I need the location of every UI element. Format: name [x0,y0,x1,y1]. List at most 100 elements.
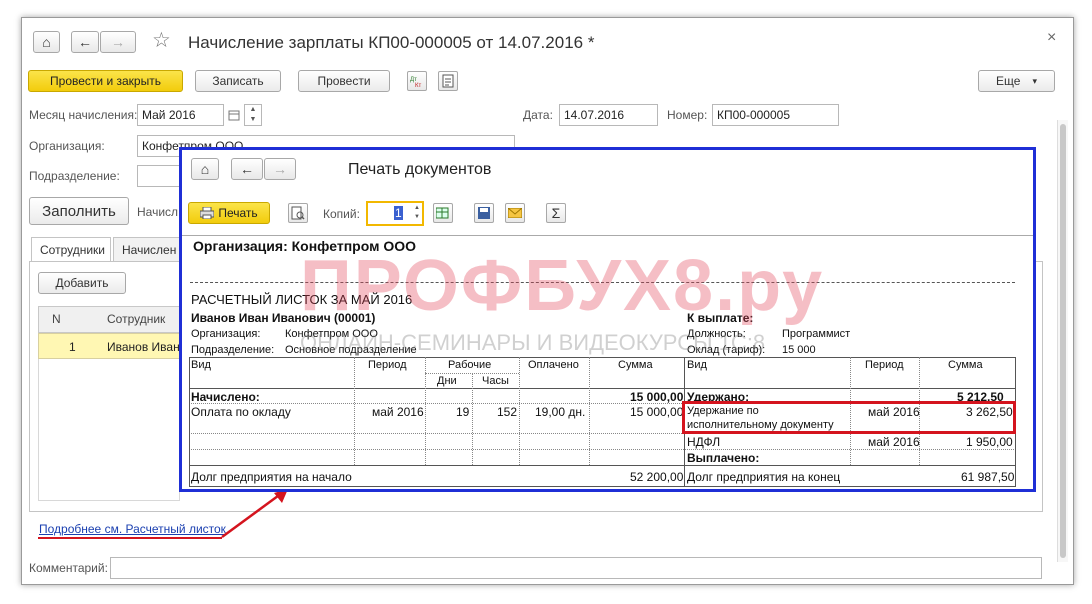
col-line-1 [354,357,355,465]
row-number: 1 [69,340,76,354]
month-spinner[interactable]: ▲ ▼ [244,104,262,126]
cut-line [190,282,1015,283]
table-top-border [189,357,1016,358]
comment-label: Комментарий: [29,561,108,575]
scrollbar[interactable] [1057,120,1068,562]
column-n: N [52,312,61,326]
print-window-title: Печать документов [348,161,492,178]
header-period: Период [368,359,407,371]
home-icon: ⌂ [42,34,51,50]
save-disk-icon[interactable] [474,203,494,223]
paid-out-label: Выплачено: [687,451,760,465]
print-button[interactable]: Печать [188,202,270,224]
col-line-5 [589,357,590,465]
month-label: Месяц начисления: [29,108,138,122]
copies-spinner-icon[interactable]: ▲ ▼ [414,204,420,222]
add-employee-button[interactable]: Добавить [38,272,126,294]
print-back-button[interactable]: ← [231,158,263,180]
arrow-left-icon: ← [78,34,92,50]
calendar-icon[interactable] [225,105,242,125]
col-line-2 [425,357,426,465]
comment-field[interactable] [110,557,1042,579]
fill-button[interactable]: Заполнить [29,197,129,225]
scrollbar-thumb[interactable] [1060,124,1066,558]
email-icon[interactable] [505,203,525,223]
chevron-down-icon: ▾ [1032,75,1037,86]
edit-table-icon[interactable] [433,203,453,223]
debt-end-label: Долг предприятия на конец [687,470,841,484]
link-underline-highlight [38,537,222,539]
payslip-org-header: Организация: Конфетпром ООО [193,238,416,254]
more-button[interactable]: Еще ▾ [978,70,1055,92]
payslip-title: РАСЧЕТНЫЙ ЛИСТОК ЗА МАЙ 2016 [191,292,413,307]
copies-label: Копий: [323,207,360,221]
back-button[interactable]: ← [71,31,99,53]
print-toolbar-divider [182,235,1033,236]
header-hours: Часы [482,375,509,387]
accrual-period: май 2016 [372,405,424,419]
accrued-total: 15 000,00 [630,390,684,404]
save-button[interactable]: Записать [195,70,281,92]
window-title: Начисление зарплаты КП00-000005 от 14.07… [188,33,595,52]
organization-label: Организация: [29,139,105,153]
header-sum-2: Сумма [948,359,983,371]
post-button[interactable]: Провести [298,70,390,92]
debt-start-value: 52 200,00 [630,470,684,484]
sum-icon[interactable]: Σ [546,203,566,223]
red-arrow-icon [221,489,288,539]
dt-kt-icon[interactable]: Дт Кт [407,71,427,91]
col-line-3 [472,373,473,465]
accrual-paid: 19,00 дн. [535,405,586,419]
col-line-0 [189,357,190,486]
table-header-bottom [189,388,1016,389]
withholding-highlight-box [682,401,1016,434]
number-field[interactable]: КП00-000005 [712,104,839,126]
column-employee: Сотрудник [107,312,166,326]
header-sum: Сумма [618,359,653,371]
col-line-4 [519,357,520,465]
withhold-2-vid: НДФЛ [687,435,721,449]
header-vid: Вид [191,359,211,371]
favorite-star-icon[interactable]: ☆ [152,28,171,53]
payslip-org-label: Организация: [191,328,261,340]
header-paid: Оплачено [528,359,579,371]
payslip-dept-value: Основное подразделение [285,344,417,356]
home-button[interactable]: ⌂ [33,31,60,53]
preview-icon[interactable] [288,203,308,223]
copies-field[interactable]: 1 ▲ ▼ [366,201,424,226]
print-label: Печать [218,206,258,220]
salary-value: 15 000 [782,344,816,356]
arrow-left-icon: ← [240,161,254,177]
row-line-3 [189,449,1016,450]
employee-name: Иванов Иван Иванович (00001) [191,311,376,325]
arrow-right-icon: → [273,161,287,177]
table-bottom [189,486,1016,487]
more-label: Еще [996,74,1021,88]
close-icon[interactable]: × [1047,29,1056,47]
date-field[interactable]: 14.07.2016 [559,104,658,126]
document-report-icon[interactable] [438,71,458,91]
header-working: Рабочие [448,359,492,371]
tab-accruals[interactable]: Начислен [113,237,181,261]
tab-employees[interactable]: Сотрудники [31,237,111,261]
accrued-partial-label: Начисл [137,205,179,219]
print-home-button[interactable]: ⌂ [191,158,219,180]
position-value: Программист [782,328,851,340]
accrual-vid: Оплата по окладу [191,405,291,419]
printer-icon [200,207,215,219]
payslip-link[interactable]: Подробнее см. Расчетный листок [39,522,226,536]
header-period-2: Период [865,359,904,371]
accrual-hours: 152 [497,405,518,419]
forward-button[interactable]: → [100,31,136,53]
month-field[interactable]: Май 2016 [137,104,224,126]
date-label: Дата: [523,108,553,122]
copies-value: 1 [394,206,403,220]
accrual-sum: 15 000,00 [630,405,684,419]
post-and-close-button[interactable]: Провести и закрыть [28,70,183,92]
payslip-dept-label: Подразделение: [191,344,275,356]
debt-start-label: Долг предприятия на начало [191,470,352,484]
number-label: Номер: [667,108,708,122]
payslip-org-value: Конфетпром ООО [285,328,378,340]
print-forward-button[interactable]: → [264,158,296,180]
position-label: Должность: [687,328,746,340]
